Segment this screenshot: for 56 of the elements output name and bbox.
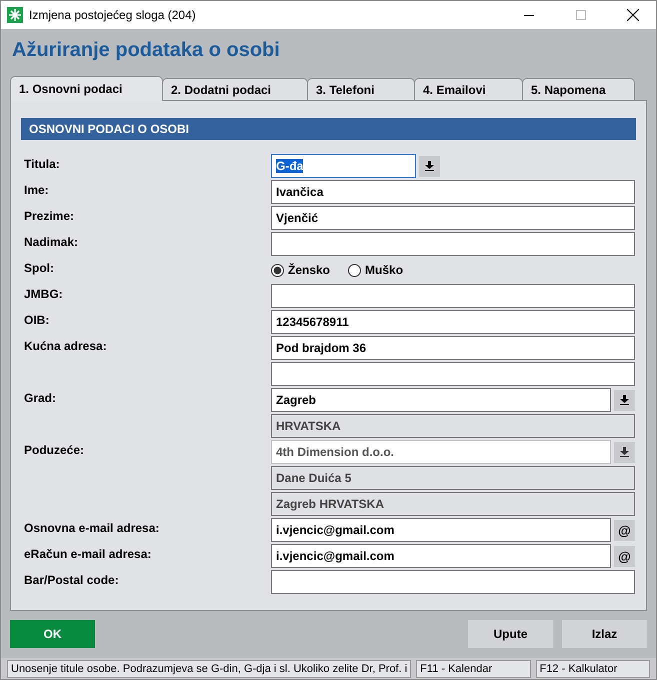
field-label: Ime: <box>23 182 50 197</box>
field-label: Poduzeće: <box>23 442 86 457</box>
readonly-field: Zagreb HRVATSKA <box>271 492 635 516</box>
tab[interactable]: 3. Telefoni <box>307 78 415 100</box>
field-label: eRačun e-mail adresa: <box>23 546 152 561</box>
radio-option[interactable]: Muško <box>348 263 404 277</box>
download-arrow-icon <box>620 447 629 457</box>
field-label: Grad: <box>23 390 58 405</box>
input-field[interactable]: i.vjencic@gmail.com <box>271 518 611 542</box>
help-button[interactable]: Upute <box>468 620 553 648</box>
input-field[interactable] <box>271 570 635 594</box>
field-label: Kućna adresa: <box>23 338 108 353</box>
readonly-field: Dane Duića 5 <box>271 466 635 490</box>
maximize-icon <box>576 10 586 20</box>
ok-button[interactable]: OK <box>10 620 95 648</box>
status-text: F11 - Kalendar <box>416 660 531 678</box>
input-field[interactable]: G-đa <box>271 154 416 178</box>
radio-option[interactable]: Žensko <box>271 263 330 277</box>
status-text: F12 - Kalkulator <box>536 660 650 678</box>
dropdown-button[interactable] <box>614 390 635 410</box>
field-label: OIB: <box>23 312 50 327</box>
window-title: Izmjena postojećeg sloga (204) <box>29 8 197 22</box>
input-field: 4th Dimension d.o.o. <box>271 440 611 464</box>
tab[interactable]: 5. Napomena <box>522 78 635 100</box>
input-field[interactable] <box>271 284 635 308</box>
tab[interactable]: 1. Osnovni podaci <box>10 76 163 101</box>
dropdown-button[interactable] <box>614 442 635 462</box>
input-field[interactable]: i.vjencic@gmail.com <box>271 544 611 568</box>
tab[interactable]: 4. Emailovi <box>414 78 523 100</box>
dropdown-button[interactable] <box>419 156 440 176</box>
input-field[interactable]: Pod brajdom 36 <box>271 336 635 360</box>
input-field[interactable]: Ivančica <box>271 180 635 204</box>
section-header: OSNOVNI PODACI O OSOBI <box>21 118 636 140</box>
input-field[interactable]: Zagreb <box>271 388 611 412</box>
exit-button[interactable]: Izlaz <box>562 620 647 648</box>
email-button[interactable]: @ <box>614 520 635 540</box>
input-field[interactable]: Vjenčić <box>271 206 635 230</box>
field-label: Bar/Postal code: <box>23 572 120 587</box>
email-button[interactable]: @ <box>614 546 635 566</box>
field-label: Titula: <box>23 156 61 171</box>
field-label: Spol: <box>23 260 55 275</box>
download-arrow-icon <box>425 161 434 171</box>
download-arrow-icon <box>620 395 629 405</box>
field-label: Prezime: <box>23 208 76 223</box>
readonly-field: HRVATSKA <box>271 414 635 438</box>
field-label: Osnovna e-mail adresa: <box>23 520 160 535</box>
page-heading: Ažuriranje podataka o osobi <box>11 38 281 63</box>
input-field[interactable] <box>271 362 635 386</box>
close-icon <box>627 9 639 21</box>
input-field[interactable] <box>271 232 635 256</box>
app-icon <box>7 7 23 23</box>
status-text: Unosenje titule osobe. Podrazumjeva se G-din, G-dja i sl. Ukoliko zelite Dr, Prof. i <box>7 660 412 678</box>
field-label: JMBG: <box>23 286 64 301</box>
tab[interactable]: 2. Dodatni podaci <box>162 78 308 100</box>
input-field[interactable]: 12345678911 <box>271 310 635 334</box>
field-label: Nadimak: <box>23 234 80 249</box>
